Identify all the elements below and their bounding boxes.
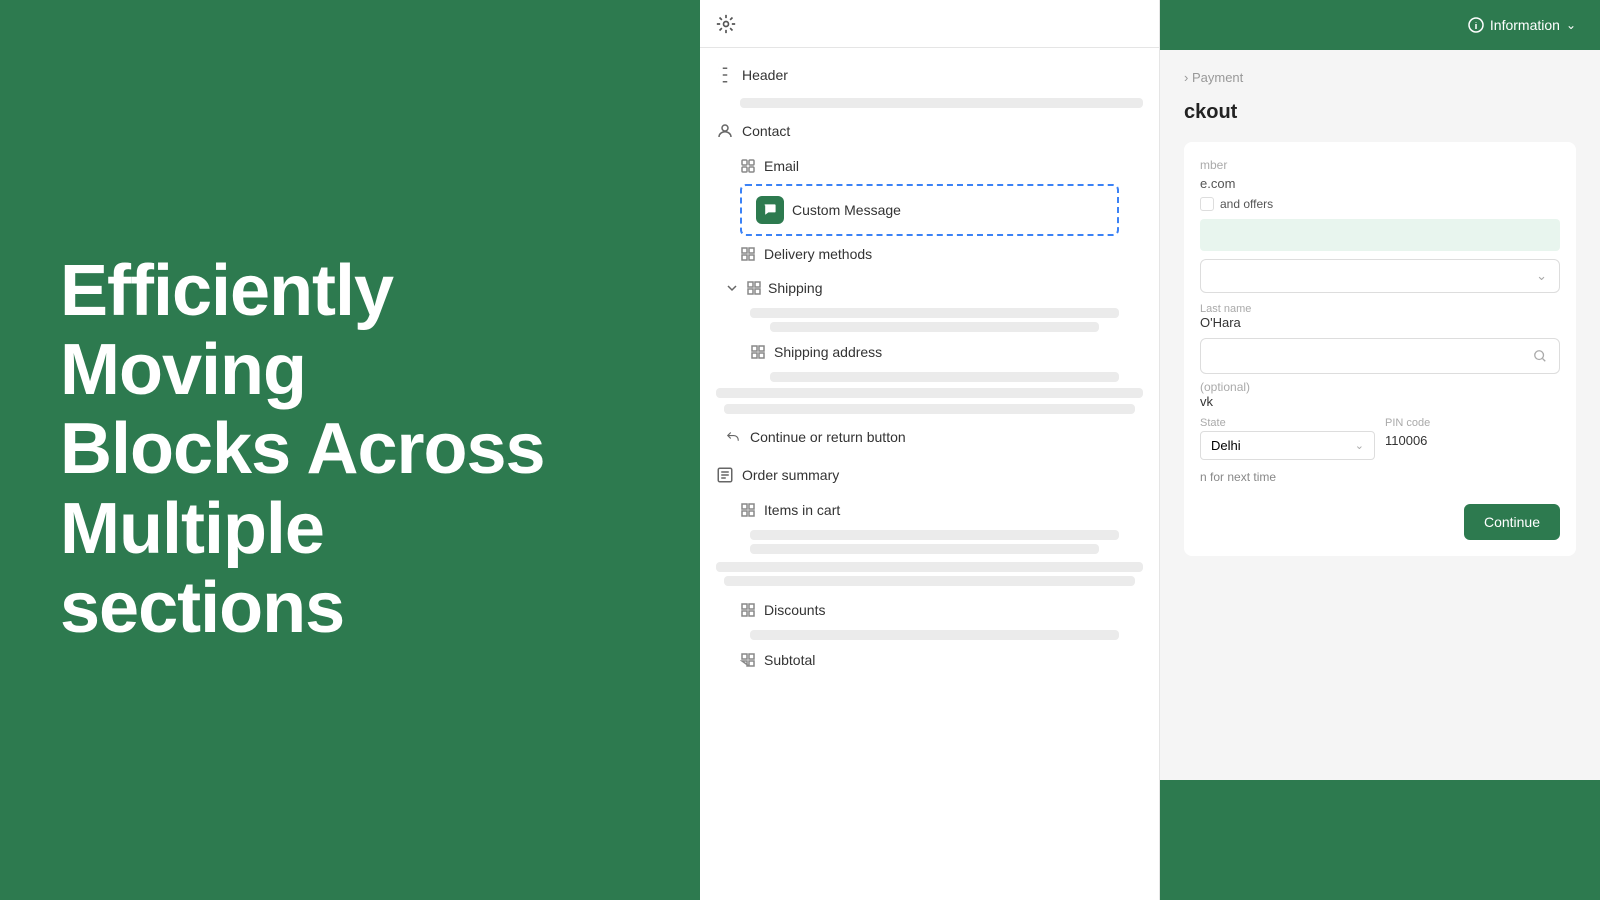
last-name-field: Last name O'Hara [1200, 303, 1560, 330]
discounts-placeholder [750, 630, 1119, 640]
discounts-item[interactable]: Discounts [700, 594, 1159, 626]
pin-field: PIN code 110006 [1385, 417, 1560, 460]
state-label: State [1200, 417, 1375, 429]
last-name-value: O'Hara [1200, 315, 1560, 330]
editor-sidebar: Header Contact Email [700, 0, 1160, 900]
corner-bracket-icon-discounts [740, 602, 756, 618]
shipping-header[interactable]: Shipping [700, 272, 1159, 304]
contact-group: Contact Email Custom Mess [700, 112, 1159, 456]
shipping-section: Shipping Shipping address [700, 272, 1159, 382]
shipping-placeholder-1 [750, 308, 1119, 318]
breadcrumb-payment: › Payment [1184, 70, 1243, 85]
search-icon [1533, 349, 1547, 363]
info-bar: Information ⌄ [1160, 0, 1600, 50]
continue-return-item[interactable]: Continue or return button [700, 418, 1159, 456]
email-number-label: mber [1200, 158, 1227, 172]
section-list: Header Contact Email [700, 48, 1159, 900]
state-chevron: ⌄ [1355, 439, 1364, 452]
header-section-header[interactable]: Header [700, 56, 1159, 94]
contact-section-header[interactable]: Contact [700, 112, 1159, 150]
state-value: Delhi [1211, 438, 1241, 453]
editor-topbar [700, 0, 1159, 48]
corner-bracket-icon-cart [740, 502, 756, 518]
subtotal-label: Subtotal [764, 652, 815, 668]
checkout-breadcrumb: › Payment [1184, 70, 1576, 85]
info-label: Information [1490, 17, 1560, 33]
address-search-row [1200, 338, 1560, 374]
cart-placeholder-2 [750, 544, 1099, 554]
shipping-label: Shipping [768, 280, 823, 296]
delivery-methods-item[interactable]: Delivery methods [700, 238, 1159, 270]
pin-label: PIN code [1385, 417, 1560, 429]
drag-icon [716, 66, 734, 84]
optional-label: (optional) [1200, 380, 1560, 394]
email-section-form: mber e.com and offers ⌄ Last name O'Hara [1184, 142, 1576, 556]
state-pin-row: State Delhi ⌄ PIN code 110006 [1200, 417, 1560, 460]
continue-return-label: Continue or return button [750, 429, 906, 445]
left-hero-panel: Efficiently Moving Blocks Across Multipl… [0, 0, 700, 900]
offers-checkbox[interactable] [1200, 197, 1214, 211]
hero-text: Efficiently Moving Blocks Across Multipl… [60, 252, 545, 648]
header-section: Header [700, 56, 1159, 108]
green-bottom-strip [1160, 780, 1600, 900]
shipping-address-item[interactable]: Shipping address [700, 336, 1159, 368]
email-section-item[interactable]: Email [700, 150, 1159, 182]
cart-placeholder-3 [716, 562, 1143, 572]
checkout-preview-panel: Information ⌄ › Payment ckout mber e.com… [1160, 0, 1600, 900]
corner-bracket-icon-address [750, 344, 766, 360]
offers-text: and offers [1220, 197, 1273, 211]
list-icon [716, 466, 734, 484]
save-info-text: n for next time [1200, 470, 1276, 484]
continue-btn-container: Continue [1200, 496, 1560, 540]
delivery-methods-label: Delivery methods [764, 246, 872, 262]
order-summary-label: Order summary [742, 467, 839, 483]
corner-bracket-icon-shipping [746, 280, 762, 296]
breadcrumb-separator: › [1184, 70, 1188, 85]
info-icon [1468, 17, 1484, 33]
discounts-label: Discounts [764, 602, 825, 618]
corner-bracket-icon-subtotal [740, 652, 756, 668]
pin-value: 110006 [1385, 433, 1560, 448]
order-summary-group: Order summary Items in cart Discounts [700, 456, 1159, 676]
checkout-inner: › Payment ckout mber e.com and offers ⌄ [1160, 50, 1600, 780]
shipping-placeholder-2 [770, 322, 1099, 332]
items-in-cart-item[interactable]: Items in cart [700, 494, 1159, 526]
select-chevron: ⌄ [1536, 268, 1547, 284]
cart-placeholder-4 [724, 576, 1135, 586]
corner-bracket-icon [740, 158, 756, 174]
section-placeholder-bar-2 [724, 404, 1135, 414]
person-icon [716, 122, 734, 140]
contact-label: Contact [742, 123, 790, 139]
section-placeholder-bar-1 [716, 388, 1143, 398]
checkout-title: ckout [1184, 101, 1576, 124]
last-name-label: Last name [1200, 303, 1560, 315]
chevron-down-icon [724, 280, 740, 296]
return-icon [724, 428, 742, 446]
corner-bracket-icon-delivery [740, 246, 756, 262]
email-label: Email [764, 158, 799, 174]
green-highlight-area [1200, 219, 1560, 251]
last-name-row: Last name O'Hara [1200, 303, 1560, 330]
cart-placeholder-1 [750, 530, 1119, 540]
items-in-cart-label: Items in cart [764, 502, 840, 518]
header-label: Header [742, 67, 788, 83]
country-select[interactable]: ⌄ [1200, 259, 1560, 293]
custom-message-label: Custom Message [792, 202, 901, 218]
gear-icon[interactable] [716, 14, 736, 34]
save-info-row: n for next time [1200, 470, 1560, 484]
custom-message-app-icon [756, 196, 784, 224]
address-search-input[interactable] [1200, 338, 1560, 374]
continue-button[interactable]: Continue [1464, 504, 1560, 540]
info-chevron: ⌄ [1566, 18, 1576, 32]
shipping-address-placeholder [770, 372, 1119, 382]
city-value: vk [1200, 394, 1560, 409]
shipping-address-label: Shipping address [774, 344, 882, 360]
email-value-display: e.com [1200, 176, 1560, 191]
state-select[interactable]: Delhi ⌄ [1200, 431, 1375, 460]
order-summary-header[interactable]: Order summary [700, 456, 1159, 494]
state-field: State Delhi ⌄ [1200, 417, 1375, 460]
subtotal-item[interactable]: Subtotal [700, 644, 1159, 676]
header-placeholder-bar [740, 98, 1143, 108]
custom-message-popup[interactable]: Custom Message [740, 184, 1119, 236]
